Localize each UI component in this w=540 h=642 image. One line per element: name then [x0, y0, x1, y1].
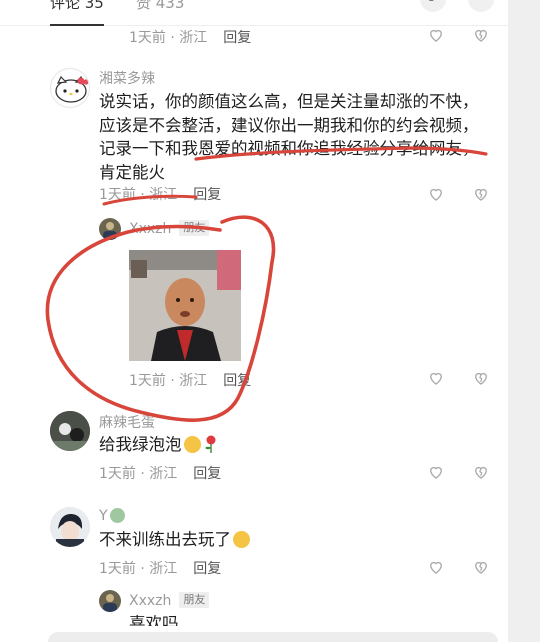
hug-emoji-icon — [183, 436, 201, 453]
comment-line: 说实话，你的颜值这么高，但是关注量却涨的不快， — [99, 92, 479, 111]
broken-heart-icon[interactable] — [472, 463, 490, 481]
comment-line: 应该是不会整活，建议你出一期我和你的约会视频， — [99, 115, 479, 135]
comment-time: 1天前 · 浙江 — [99, 466, 178, 482]
broken-heart-icon[interactable] — [472, 558, 490, 576]
avatar[interactable] — [50, 411, 90, 451]
commenter-name[interactable]: Y — [99, 508, 108, 524]
hello-kitty-avatar-icon — [55, 75, 89, 103]
comment-meta: 1天前 · 浙江 回复 — [99, 463, 221, 483]
meme-image[interactable] — [129, 250, 241, 361]
comment-text-row: 给我绿泡泡 — [99, 433, 218, 457]
user-avatar-icon — [50, 411, 90, 451]
tab-underline — [50, 24, 104, 26]
expand-button[interactable]: ↙ — [420, 0, 446, 12]
comment-time: 1天前 · 浙江 — [99, 187, 178, 203]
broken-heart-icon[interactable] — [472, 26, 490, 44]
meme-child-photo-icon — [129, 250, 241, 361]
heart-icon[interactable] — [427, 369, 445, 387]
user-avatar-icon — [50, 507, 90, 547]
commenter-name-row: Xxxzh 朋友 — [129, 592, 210, 609]
avatar[interactable] — [50, 68, 90, 108]
comment-meta: 1天前 · 浙江 回复 — [129, 370, 251, 390]
avatar[interactable] — [99, 218, 121, 240]
heart-icon[interactable] — [427, 185, 445, 203]
comment-text: 给我绿泡泡 — [99, 435, 182, 454]
close-button[interactable]: ✕ — [468, 0, 494, 12]
heart-icon[interactable] — [427, 463, 445, 481]
reply-button[interactable]: 回复 — [193, 466, 221, 482]
commenter-name[interactable]: 湘菜多辣 — [99, 68, 155, 88]
broken-heart-icon[interactable] — [472, 185, 490, 203]
avatar[interactable] — [99, 590, 121, 612]
friend-tag: 朋友 — [179, 220, 210, 236]
reply-button[interactable]: 回复 — [223, 373, 251, 389]
badge-icon — [109, 508, 125, 523]
commenter-name-row: Xxxzh 朋友 — [129, 220, 210, 237]
tab-likes[interactable]: 赞 433 — [136, 0, 184, 13]
tab-comments[interactable]: 评论 35 — [50, 0, 104, 13]
comment-time: 1天前 · 浙江 — [99, 561, 178, 577]
comment-meta: 1天前 · 浙江 回复 — [99, 184, 221, 204]
comment-time: 1天前 · 浙江 — [129, 30, 208, 46]
broken-heart-icon[interactable] — [472, 369, 490, 387]
heart-icon[interactable] — [427, 558, 445, 576]
commenter-name[interactable]: 麻辣毛蛋 — [99, 412, 155, 432]
commenter-name[interactable]: Xxxzh — [129, 221, 171, 237]
comment-text-row: 不来训练出去玩了 — [99, 528, 250, 552]
reply-button[interactable]: 回复 — [193, 561, 221, 577]
reply-button[interactable]: 回复 — [223, 30, 251, 46]
comment-input[interactable] — [48, 632, 498, 642]
commenter-name[interactable]: Xxxzh — [129, 593, 171, 609]
avatar[interactable] — [50, 507, 90, 547]
rose-emoji-icon — [205, 435, 215, 453]
user-avatar-icon — [103, 594, 117, 612]
comment-header: 评论 35 赞 433 ↙ ✕ — [0, 0, 508, 26]
heart-icon[interactable] — [427, 26, 445, 44]
comment-meta: 1天前 · 浙江 回复 — [99, 558, 221, 578]
comment-meta: 1天前 · 浙江 回复 — [129, 27, 251, 47]
reply-button[interactable]: 回复 — [193, 187, 221, 203]
commenter-name-row: Y — [99, 508, 125, 524]
friend-tag: 朋友 — [179, 592, 210, 608]
comment-line: 肯定能火 — [99, 162, 165, 182]
comment-text: 不来训练出去玩了 — [99, 530, 231, 549]
laughing-emoji-icon — [233, 531, 250, 548]
comment-text: 说实话，你的颜值这么高，但是关注量却涨的不快， 应该是不会整活，建议你出一期我和… — [99, 90, 479, 184]
comment-time: 1天前 · 浙江 — [129, 373, 208, 389]
user-avatar-icon — [103, 222, 117, 240]
comment-line: 记录一下和我恩爱的视频和你追我经验分享给网友， — [99, 139, 479, 158]
background-panel — [508, 0, 540, 642]
